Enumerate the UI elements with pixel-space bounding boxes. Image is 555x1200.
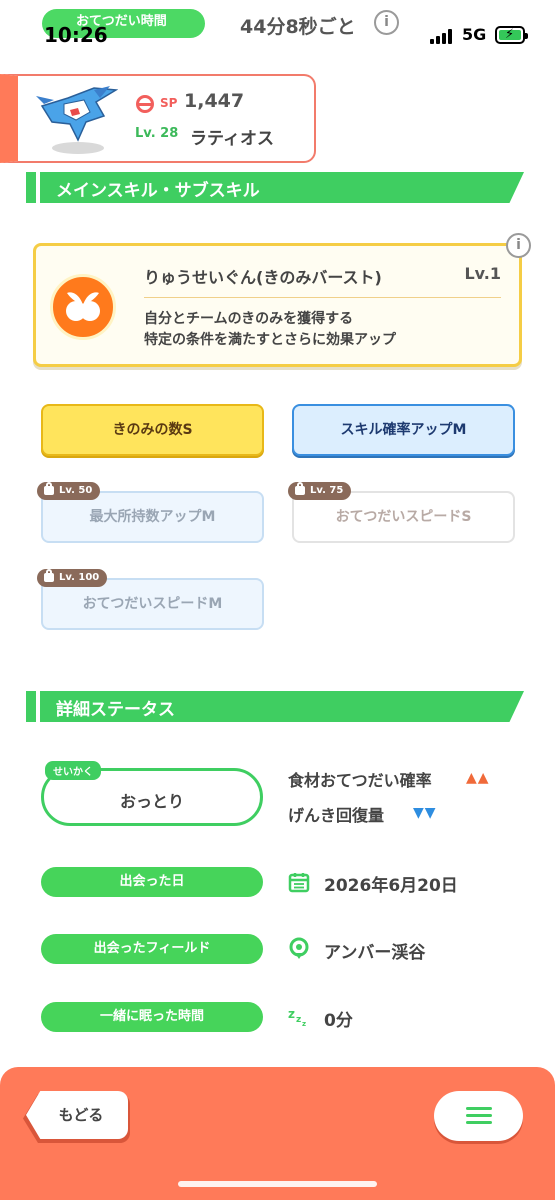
- signal-icon: [430, 28, 456, 44]
- skill-info-icon[interactable]: i: [506, 233, 531, 258]
- main-skill-description: 自分とチームのきのみを獲得する 特定の条件を満たすとさらに効果アップ: [144, 309, 396, 351]
- sp-value: 1,447: [184, 90, 245, 112]
- main-skill-card[interactable]: りゅうせいぐん(きのみバースト) Lv.1 自分とチームのきのみを獲得する 特定…: [33, 243, 522, 367]
- svg-text:z: z: [302, 1020, 306, 1028]
- lock-icon: [44, 569, 54, 582]
- sub-skill-3-lock-badge: Lv. 50: [37, 482, 101, 500]
- menu-icon: [466, 1107, 492, 1110]
- status-bar: おてつだい時間 10:26 44分8秒ごと i 5G ⚡: [0, 0, 555, 60]
- pokemon-level: Lv. 28: [135, 126, 179, 141]
- berry-burst-icon: [50, 274, 116, 340]
- svg-text:z: z: [296, 1015, 301, 1025]
- network-type: 5G: [462, 25, 487, 44]
- back-button[interactable]: もどる: [26, 1091, 128, 1139]
- sub-skill-2-button[interactable]: スキル確率アップM: [292, 404, 515, 456]
- sleep-time-label: 一緒に眠った時間: [41, 1002, 263, 1032]
- nature-box: せいかく おっとり: [41, 761, 263, 826]
- lock-icon: [44, 482, 54, 495]
- calendar-icon: [288, 873, 310, 893]
- sub-skill-5-lock-badge: Lv. 100: [37, 569, 108, 587]
- clock: 10:26: [44, 23, 108, 47]
- sleep-time-value: 0分: [324, 1011, 353, 1031]
- nature-up-stat: 食材おてつだい確率: [288, 771, 432, 790]
- met-date-label: 出会った日: [41, 867, 263, 897]
- nature-tag: せいかく: [45, 761, 101, 780]
- main-skill-name: りゅうせいぐん(きのみバースト): [144, 268, 382, 287]
- sleep-zzz-icon: z z z: [288, 1007, 306, 1028]
- details-section-header: 詳細ステータス: [26, 691, 524, 722]
- menu-button[interactable]: [434, 1091, 523, 1141]
- skills-section-title: メインスキル・サブスキル: [56, 181, 260, 201]
- svg-text:z: z: [288, 1007, 295, 1021]
- nature-down-stat: げんき回復量: [288, 806, 385, 825]
- pokeball-icon: [136, 95, 154, 113]
- home-indicator[interactable]: [178, 1181, 377, 1187]
- sub-skill-1-button[interactable]: きのみの数S: [41, 404, 264, 456]
- sub-skill-4-lock-level: Lv. 75: [310, 485, 344, 496]
- met-field-value: アンバー渓谷: [324, 943, 426, 963]
- main-skill-level: Lv.1: [464, 264, 501, 283]
- skills-section-header: メインスキル・サブスキル: [26, 172, 524, 203]
- down-arrows: ▼▼: [413, 805, 437, 821]
- up-arrows: ▲▲: [466, 770, 490, 786]
- sub-skill-4-lock-badge: Lv. 75: [288, 482, 352, 500]
- nature-value: おっとり: [119, 792, 184, 811]
- skill-divider: [144, 297, 501, 298]
- pokemon-name: ラティオス: [190, 129, 274, 149]
- sp-label: SP: [160, 96, 178, 110]
- main-skill-desc-line2: 特定の条件を満たすとさらに効果アップ: [144, 332, 396, 348]
- sub-skill-3-lock-level: Lv. 50: [59, 485, 93, 496]
- info-icon[interactable]: i: [374, 10, 399, 35]
- met-field-label: 出会ったフィールド: [41, 934, 263, 964]
- help-interval: 44分8秒ごと: [240, 16, 356, 38]
- pokemon-image: [36, 86, 118, 154]
- sub-skill-5-lock-level: Lv. 100: [59, 572, 100, 583]
- location-pin-icon: [289, 937, 309, 959]
- lock-icon: [295, 482, 305, 495]
- main-skill-desc-line1: 自分とチームのきのみを獲得する: [144, 311, 354, 327]
- details-section-title: 詳細ステータス: [56, 700, 175, 720]
- battery-icon: ⚡: [495, 26, 528, 44]
- met-date-value: 2026年6月20日: [324, 876, 458, 896]
- pokemon-card[interactable]: SP 1,447 Lv. 28 ラティオス: [0, 74, 316, 163]
